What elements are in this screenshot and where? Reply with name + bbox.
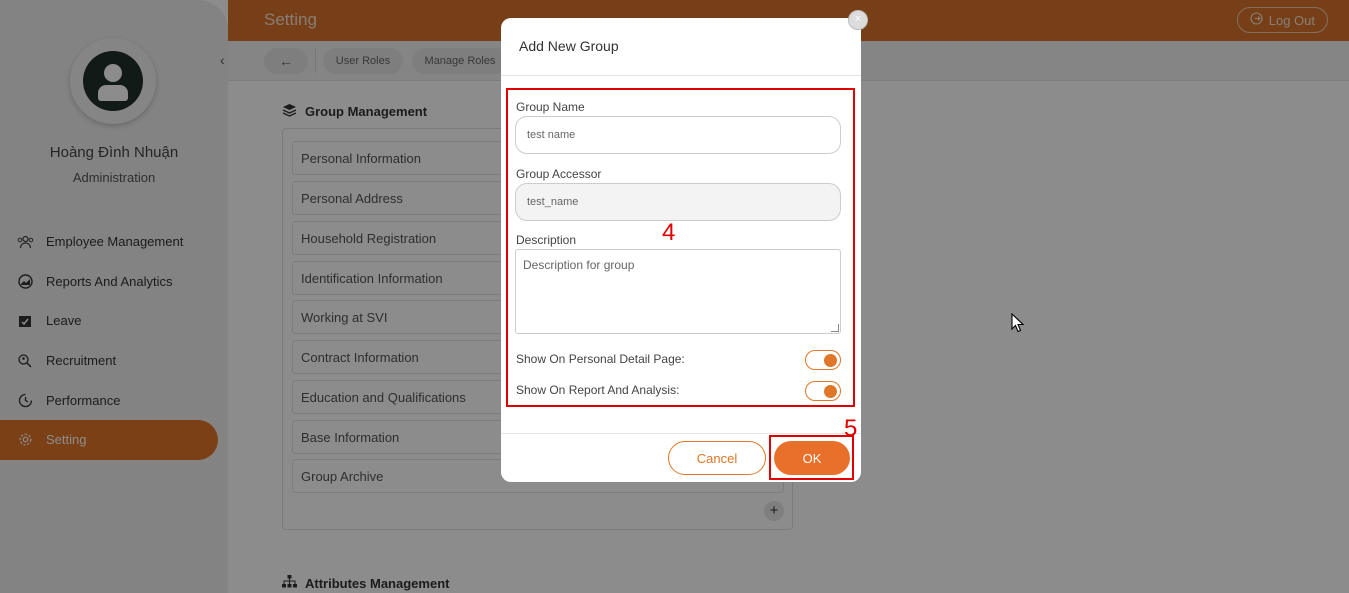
dialog-title: Add New Group: [519, 38, 619, 54]
close-icon[interactable]: ×: [848, 10, 868, 30]
annotation-number-4: 4: [662, 219, 676, 246]
cancel-button[interactable]: Cancel: [668, 441, 766, 475]
divider: [501, 75, 861, 76]
divider: [501, 433, 861, 434]
annotation-number-5: 5: [844, 415, 858, 442]
annotation-box-form: [506, 88, 855, 407]
annotation-box-ok: [769, 435, 854, 480]
mouse-cursor-icon: [1011, 312, 1025, 338]
